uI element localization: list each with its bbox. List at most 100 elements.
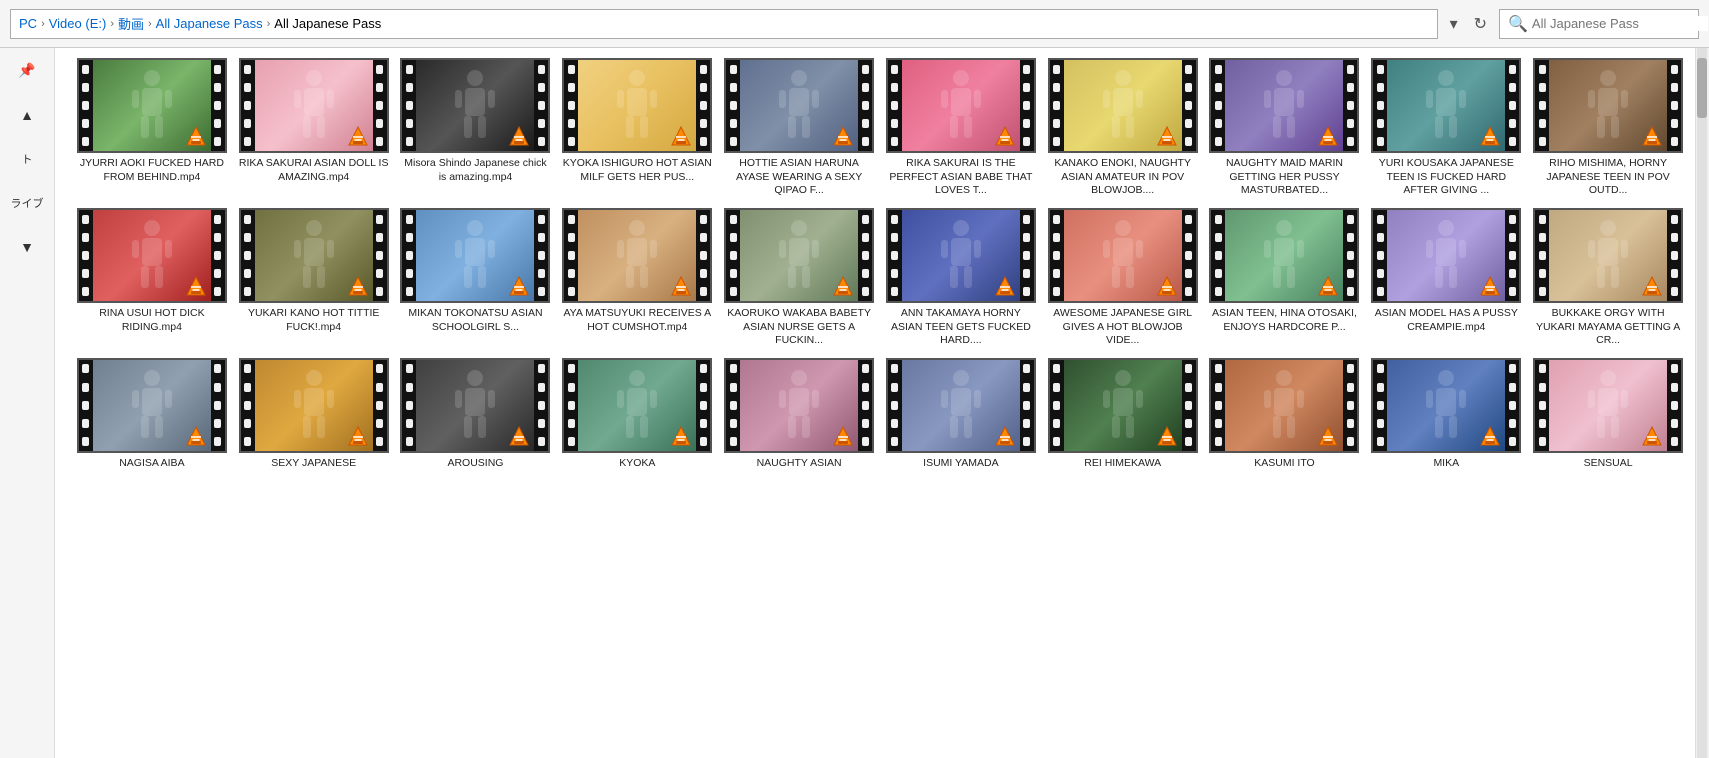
video-item[interactable]: AYA MATSUYUKI RECEIVES A HOT CUMSHOT.mp4	[560, 208, 714, 348]
video-label: KYOKA	[562, 457, 712, 471]
video-item[interactable]: ASIAN MODEL HAS A PUSSY CREAMPIE.mp4	[1369, 208, 1523, 348]
video-label: JYURRI AOKI FUCKED HARD FROM BEHIND.mp4	[77, 157, 227, 184]
explorer-body: 📌 ▲ ト ライブ ▼	[0, 48, 1709, 758]
film-hole	[730, 287, 737, 296]
video-item[interactable]: RIKA SAKURAI ASIAN DOLL IS AMAZING.mp4	[237, 58, 391, 198]
film-hole	[1509, 364, 1516, 373]
video-label: AROUSING	[400, 457, 550, 471]
video-item[interactable]: BUKKAKE ORGY WITH YUKARI MAYAMA GETTING …	[1531, 208, 1685, 348]
video-item[interactable]: ASIAN TEEN, HINA OTOSAKI, ENJOYS HARDCOR…	[1208, 208, 1362, 348]
sidebar-item-chevron-up[interactable]: ▲	[5, 103, 49, 127]
film-hole	[538, 419, 545, 428]
film-hole	[1023, 437, 1030, 446]
video-item[interactable]: YURI KOUSAKA JAPANESE TEEN IS FUCKED HAR…	[1369, 58, 1523, 198]
film-hole	[406, 65, 413, 74]
scrollbar-area[interactable]	[1695, 48, 1709, 758]
video-item[interactable]: SEXY JAPANESE	[237, 358, 391, 471]
breadcrumb-item-parent[interactable]: All Japanese Pass	[156, 16, 263, 31]
video-item[interactable]: KYOKA	[560, 358, 714, 471]
video-item[interactable]: KAORUKO WAKABA BABETY ASIAN NURSE GETS A…	[722, 208, 876, 348]
film-hole	[568, 287, 575, 296]
breadcrumb[interactable]: PC › Video (E:) › 動画 › All Japanese Pass…	[10, 9, 1438, 39]
video-item[interactable]: REI HIMEKAWA	[1046, 358, 1200, 471]
video-item[interactable]: NAUGHTY MAID MARIN GETTING HER PUSSY MAS…	[1208, 58, 1362, 198]
breadcrumb-item-pc[interactable]: PC	[19, 16, 37, 31]
film-hole	[1053, 364, 1060, 373]
film-hole	[538, 83, 545, 92]
video-item[interactable]: SENSUAL	[1531, 358, 1685, 471]
film-hole	[1347, 269, 1354, 278]
address-controls: ▾ ↻	[1444, 10, 1493, 38]
vlc-cone-icon	[508, 425, 530, 447]
figure-silhouette	[450, 368, 500, 443]
thumbnail-frame	[724, 58, 874, 153]
video-item[interactable]: ANN TAKAMAYA HORNY ASIAN TEEN GETS FUCKE…	[884, 208, 1038, 348]
thumbnail-frame	[1048, 208, 1198, 303]
refresh-button[interactable]: ↻	[1468, 10, 1493, 38]
film-hole	[568, 269, 575, 278]
vlc-cone-icon	[508, 275, 530, 297]
video-item[interactable]: KASUMI ITO	[1208, 358, 1362, 471]
sidebar-item-t[interactable]: ト	[5, 147, 49, 171]
film-hole	[1347, 383, 1354, 392]
film-hole	[730, 101, 737, 110]
film-hole	[214, 364, 221, 373]
film-hole	[1539, 119, 1546, 128]
search-box[interactable]: 🔍	[1499, 9, 1699, 39]
figure-silhouette	[774, 68, 824, 143]
film-hole	[82, 101, 89, 110]
film-hole	[244, 83, 251, 92]
film-hole	[406, 83, 413, 92]
film-hole	[1185, 101, 1192, 110]
sidebar-item-live[interactable]: ライブ	[5, 191, 49, 215]
film-hole	[700, 215, 707, 224]
vlc-cone-icon	[1317, 425, 1339, 447]
video-item[interactable]: RIKA SAKURAI IS THE PERFECT ASIAN BABE T…	[884, 58, 1038, 198]
video-item[interactable]: Misora Shindo Japanese chick is amazing.…	[399, 58, 553, 198]
film-hole	[862, 364, 869, 373]
film-hole	[1671, 269, 1678, 278]
film-hole	[1215, 364, 1222, 373]
video-item[interactable]: NAUGHTY ASIAN	[722, 358, 876, 471]
figure-silhouette	[1098, 68, 1148, 143]
film-holes-right	[696, 210, 710, 301]
scrollbar-track[interactable]	[1697, 48, 1707, 758]
film-hole	[1347, 419, 1354, 428]
video-item[interactable]: AROUSING	[399, 358, 553, 471]
video-item[interactable]: JYURRI AOKI FUCKED HARD FROM BEHIND.mp4	[75, 58, 229, 198]
film-hole	[82, 287, 89, 296]
film-holes-left	[241, 60, 255, 151]
video-item[interactable]: NAGISA AIBA	[75, 358, 229, 471]
film-holes-right	[534, 60, 548, 151]
search-input[interactable]	[1532, 16, 1708, 31]
video-label: ISUMI YAMADA	[886, 457, 1036, 471]
video-label: KASUMI ITO	[1209, 457, 1359, 471]
video-label: YURI KOUSAKA JAPANESE TEEN IS FUCKED HAR…	[1371, 157, 1521, 198]
breadcrumb-item-drive[interactable]: Video (E:)	[49, 16, 107, 31]
scrollbar-thumb[interactable]	[1697, 58, 1707, 118]
film-holes-right	[534, 360, 548, 451]
breadcrumb-item-folder[interactable]: 動画	[118, 14, 144, 33]
film-hole	[406, 101, 413, 110]
sidebar-item-chevron-down[interactable]: ▼	[5, 235, 49, 259]
film-hole	[700, 364, 707, 373]
video-item[interactable]: ISUMI YAMADA	[884, 358, 1038, 471]
video-item[interactable]: KYOKA ISHIGURO HOT ASIAN MILF GETS HER P…	[560, 58, 714, 198]
film-hole	[1053, 287, 1060, 296]
video-item[interactable]: MIKA	[1369, 358, 1523, 471]
film-holes-right	[1020, 210, 1034, 301]
video-item[interactable]: YUKARI KANO HOT TITTIE FUCK!.mp4	[237, 208, 391, 348]
video-item[interactable]: MIKAN TOKONATSU ASIAN SCHOOLGIRL S...	[399, 208, 553, 348]
film-hole	[1215, 119, 1222, 128]
video-item[interactable]: KANAKO ENOKI, NAUGHTY ASIAN AMATEUR IN P…	[1046, 58, 1200, 198]
dropdown-button[interactable]: ▾	[1444, 10, 1464, 38]
film-holes-left	[1535, 210, 1549, 301]
film-hole	[538, 101, 545, 110]
video-item[interactable]: HOTTIE ASIAN HARUNA AYASE WEARING A SEXY…	[722, 58, 876, 198]
film-hole	[1215, 269, 1222, 278]
video-item[interactable]: AWESOME JAPANESE GIRL GIVES A HOT BLOWJO…	[1046, 208, 1200, 348]
video-item[interactable]: RIHO MISHIMA, HORNY JAPANESE TEEN IN POV…	[1531, 58, 1685, 198]
video-item[interactable]: RINA USUI HOT DICK RIDING.mp4	[75, 208, 229, 348]
film-hole	[1347, 101, 1354, 110]
film-hole	[1509, 287, 1516, 296]
